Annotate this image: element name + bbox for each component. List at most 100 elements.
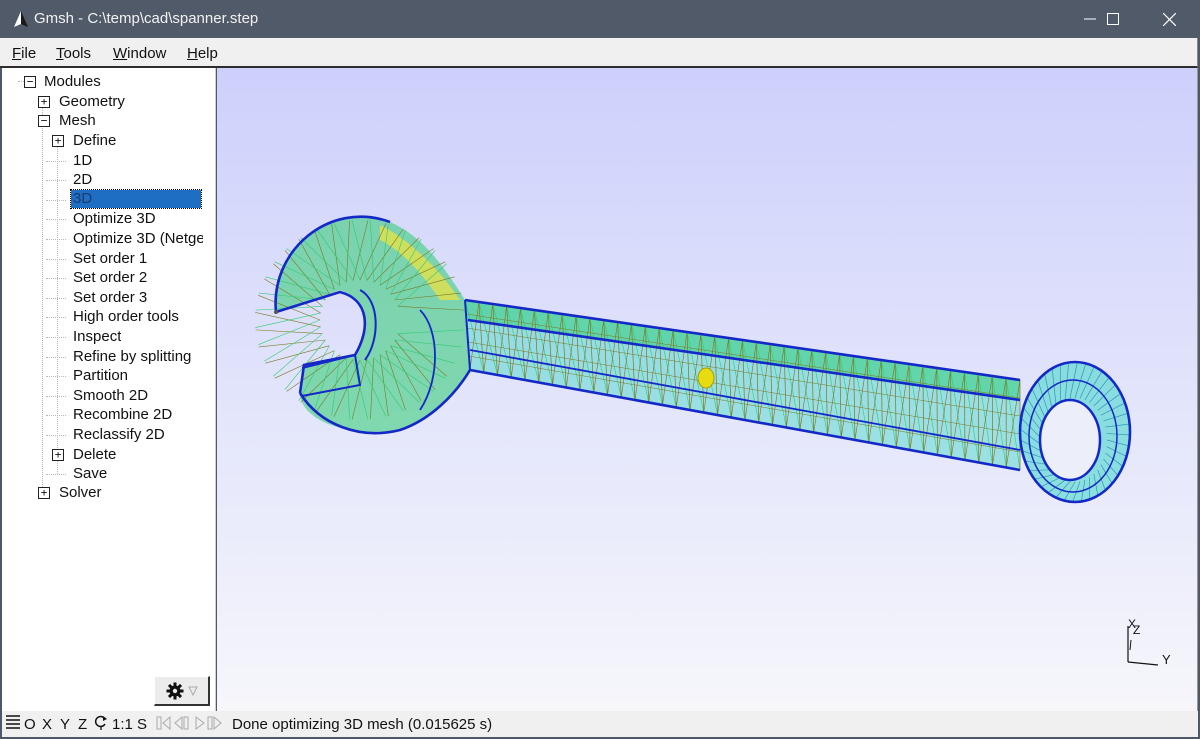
tree-label: High order tools [73, 308, 179, 326]
menu-window[interactable]: Window [113, 45, 166, 62]
tree-item-mesh-optimize-3d-netgen[interactable]: Optimize 3D (Netgen) [2, 229, 212, 248]
tree-label: 2D [73, 171, 93, 189]
menu-window-rest: indow [127, 45, 167, 62]
expand-icon[interactable]: + [38, 487, 50, 499]
tree-label: Smooth 2D [73, 386, 149, 404]
menu-tools[interactable]: Tools [56, 45, 91, 62]
tree-item-mesh-delete[interactable]: + Delete [2, 445, 212, 464]
tree-label: 3D [70, 188, 202, 209]
tree-item-mesh-set-order-1[interactable]: Set order 1 [2, 249, 212, 268]
view-o-button[interactable]: O [24, 716, 36, 733]
menu-file-accel: F [12, 45, 22, 62]
tree-item-mesh-optimize-3d[interactable]: Optimize 3D [2, 209, 212, 228]
collapse-icon[interactable]: − [38, 115, 50, 127]
gmsh-logo-icon [14, 11, 28, 27]
mesh-edge [258, 319, 321, 345]
graphics-viewport[interactable] [217, 68, 1198, 711]
expand-icon[interactable]: + [52, 135, 64, 147]
status-message: Done optimizing 3D mesh (0.015625 s) [232, 716, 493, 733]
tree-label: Define [73, 132, 117, 149]
axis-y-label: Y [1162, 652, 1171, 667]
menu-tools-accel: T [56, 45, 64, 62]
snapshot-s-button[interactable]: S [137, 716, 147, 733]
mesh-edge [258, 339, 326, 348]
tree-item-mesh-set-order-2[interactable]: Set order 2 [2, 268, 212, 287]
maximize-button[interactable] [1090, 0, 1136, 38]
close-button[interactable] [1146, 0, 1192, 38]
menu-window-accel: W [113, 45, 128, 62]
center-point [697, 367, 715, 389]
collapse-icon[interactable]: − [24, 76, 36, 88]
view-y-button[interactable]: Y [60, 716, 70, 733]
tree-line [46, 395, 66, 397]
tree-item-solver[interactable]: + Solver [2, 483, 212, 502]
tree-item-mesh-set-order-3[interactable]: Set order 3 [2, 288, 212, 307]
tree-item-mesh-2d[interactable]: 2D [2, 170, 212, 189]
vertex-point [274, 310, 278, 314]
tree-item-mesh-partition[interactable]: Partition [2, 366, 212, 385]
window-title: Gmsh - C:\temp\cad\spanner.step [34, 10, 259, 27]
tree-item-modules[interactable]: − Modules [2, 72, 212, 91]
tree-line [46, 219, 66, 221]
mesh-edge [255, 312, 321, 328]
tree-label: Delete [73, 445, 117, 463]
tree-line [46, 297, 66, 299]
tree-label: Optimize 3D (Netgen) [73, 230, 203, 247]
tree-item-mesh[interactable]: − Mesh [2, 111, 212, 130]
tree-item-mesh-inspect[interactable]: Inspect [2, 327, 212, 346]
triangle-down-icon [187, 686, 198, 696]
menu-help-rest: elp [197, 45, 218, 62]
tree-label: Inspect [73, 328, 122, 345]
scale-1-1-button[interactable]: 1:1 [112, 716, 133, 733]
tree-line [46, 180, 66, 182]
close-icon [1162, 12, 1176, 26]
next-step-icon[interactable] [207, 715, 223, 735]
tree-item-mesh-refine-by-splitting[interactable]: Refine by splitting [2, 347, 212, 366]
tree-line [46, 278, 66, 280]
tree-item-mesh-high-order-tools[interactable]: High order tools [2, 307, 212, 326]
tree-label: Mesh [59, 112, 96, 129]
tree-line [46, 415, 66, 417]
gmsh-window: Gmsh - C:\temp\cad\spanner.step File Too… [0, 0, 1200, 739]
tree-item-mesh-define[interactable]: + Define [2, 131, 212, 150]
view-x-button[interactable]: X [42, 716, 52, 733]
tree-label: Set order 3 [73, 288, 148, 306]
tree-line [46, 356, 66, 358]
axis-y-line [1127, 661, 1159, 666]
tree-item-geometry[interactable]: + Geometry [2, 92, 212, 111]
tree-item-mesh-save[interactable]: Save [2, 464, 212, 483]
tree-label: 1D [73, 151, 93, 169]
menu-file[interactable]: File [12, 45, 36, 62]
tree-item-mesh-reclassify-2d[interactable]: Reclassify 2D [2, 425, 212, 444]
tree-line [46, 258, 66, 260]
tree-line [46, 337, 66, 338]
tree-item-mesh-3d[interactable]: 3D [2, 188, 212, 209]
expand-icon[interactable]: + [38, 96, 50, 108]
ring-hole [1038, 398, 1102, 482]
rotate-icon[interactable] [94, 715, 108, 735]
tree-item-mesh-smooth-2d[interactable]: Smooth 2D [2, 386, 212, 405]
module-tree-panel: − Modules + Geometry − Mesh + Define 1D 2D 3… [0, 68, 216, 711]
expand-icon[interactable]: + [52, 448, 64, 461]
axis-z-label: Z [1133, 623, 1140, 637]
menu-help-accel: H [187, 45, 198, 62]
menu-tools-rest: ools [63, 45, 92, 62]
options-gear-button[interactable] [154, 676, 210, 706]
maximize-icon [1107, 13, 1119, 25]
axes-indicator: X Z Y [1127, 617, 1171, 667]
view-z-button[interactable]: Z [78, 716, 87, 733]
first-step-icon[interactable] [156, 715, 172, 735]
tree-item-mesh-recombine-2d[interactable]: Recombine 2D [2, 405, 212, 424]
menu-help[interactable]: Help [187, 45, 218, 62]
tree-label: Optimize 3D [73, 210, 156, 228]
tree-label: Set order 2 [73, 269, 148, 287]
tree-label: Refine by splitting [73, 347, 192, 365]
tree-label: Reclassify 2D [73, 426, 165, 443]
hamburger-icon[interactable] [6, 714, 20, 734]
play-icon[interactable] [194, 715, 206, 735]
menu-file-rest: ile [21, 45, 37, 62]
prev-step-icon[interactable] [174, 715, 190, 735]
tree-line [46, 474, 66, 476]
tree-line [46, 435, 66, 436]
tree-item-mesh-1d[interactable]: 1D [2, 151, 212, 170]
